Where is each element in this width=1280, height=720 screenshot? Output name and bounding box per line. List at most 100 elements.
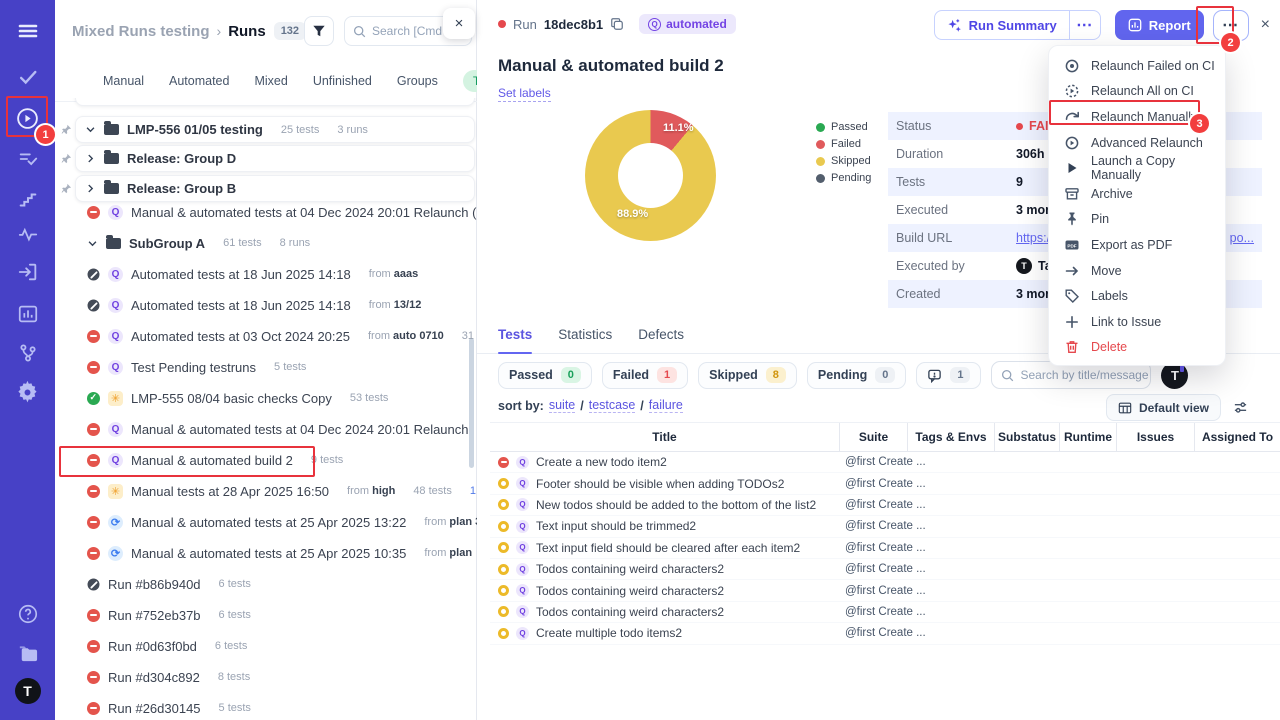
run-group-card[interactable]: LMP-556 01/05 testing25 tests3 runs <box>75 116 475 143</box>
column-header-tags-envs[interactable]: Tags & Envs <box>908 423 995 451</box>
run-label: Run <box>513 17 537 32</box>
svg-text:PDF: PDF <box>1067 243 1076 248</box>
column-header-assigned-to[interactable]: Assigned To <box>1195 423 1280 451</box>
tab-defects[interactable]: Defects <box>638 327 684 353</box>
runs-tab-manual[interactable]: Manual <box>103 74 144 88</box>
run-list-item[interactable]: ✳Manual tests at 28 Apr 2025 16:50from h… <box>55 477 477 505</box>
run-group-row[interactable]: LMP-556 01/05 testing25 tests3 runs <box>55 116 477 144</box>
test-row[interactable]: QTodos containing weird characters2@firs… <box>490 559 1280 580</box>
archive-icon <box>1064 186 1080 202</box>
test-row[interactable]: QFooter should be visible when adding TO… <box>490 473 1280 494</box>
run-list-item[interactable]: QAutomated tests at 18 Jun 2025 14:18fro… <box>55 260 477 288</box>
test-row[interactable]: QCreate a new todo item2@first Create ..… <box>490 452 1280 473</box>
runs-tab-automated[interactable]: Automated <box>169 74 229 88</box>
status-row-label: Executed by <box>888 259 1016 273</box>
runs-tab-groups[interactable]: Groups <box>397 74 438 88</box>
sidebar-item-help-icon[interactable] <box>0 599 55 629</box>
run-list-item[interactable]: Run #26d301455 tests <box>55 694 477 720</box>
comments-filter[interactable]: 1 <box>916 362 981 389</box>
column-header-suite[interactable]: Suite <box>840 423 908 451</box>
legend-dot <box>816 174 825 183</box>
run-list-item[interactable]: QManual & automated tests at 04 Dec 2024… <box>55 198 477 226</box>
menu-item-export-as-pdf[interactable]: PDFExport as PDF <box>1049 232 1225 258</box>
run-list-item[interactable]: Run #752eb37b6 tests <box>55 601 477 629</box>
test-row[interactable]: QTodos containing weird characters2@firs… <box>490 602 1280 623</box>
test-row[interactable]: QNew todos should be added to the bottom… <box>490 495 1280 516</box>
run-row-inner: Run #b86b940d6 tests <box>87 570 477 598</box>
run-list-item[interactable]: QTest Pending testruns5 tests <box>55 353 477 381</box>
copy-icon[interactable] <box>610 17 624 31</box>
sidebar-item-logo-t[interactable]: T <box>0 676 55 706</box>
sidebar-item-enter-icon[interactable] <box>0 257 55 287</box>
menu-item-launch-a-copy-manually[interactable]: Launch a Copy Manually <box>1049 155 1225 181</box>
filter-pill-pending[interactable]: Pending0 <box>807 362 906 389</box>
run-list-item[interactable]: ⟳Manual & automated tests at 25 Apr 2025… <box>55 508 477 536</box>
tab-tests[interactable]: Tests <box>498 327 532 353</box>
set-labels-link[interactable]: Set labels <box>498 86 551 102</box>
sidebar-item-branch-icon[interactable] <box>0 338 55 368</box>
run-group-row[interactable]: Release: Group D <box>55 145 477 173</box>
test-row[interactable]: QTodos containing weird characters2@firs… <box>490 580 1280 601</box>
report-button[interactable]: Report <box>1115 10 1204 40</box>
sidebar-item-gear-icon[interactable] <box>0 377 55 407</box>
run-list-item[interactable]: QAutomated tests at 18 Jun 2025 14:18fro… <box>55 291 477 319</box>
run-list-item[interactable]: ⟳Manual & automated tests at 25 Apr 2025… <box>55 539 477 567</box>
menu-item-advanced-relaunch[interactable]: Advanced Relaunch <box>1049 130 1225 156</box>
sidebar-item-folders-icon[interactable] <box>0 638 55 668</box>
filter-button[interactable] <box>304 16 334 46</box>
menu-item-relaunch-failed-on-ci[interactable]: Relaunch Failed on CI <box>1049 53 1225 79</box>
test-row[interactable]: QText input should be trimmed2@first Cre… <box>490 516 1280 537</box>
subgroup-title: SubGroup A <box>129 236 205 251</box>
menu-item-archive[interactable]: Archive <box>1049 181 1225 207</box>
close-runs-panel-button[interactable]: × <box>443 8 475 39</box>
sort-link-failure[interactable]: failure <box>649 398 683 413</box>
run-summary-more-button[interactable]: ⋯ <box>1070 15 1100 35</box>
test-row[interactable]: QText input field should be cleared afte… <box>490 538 1280 559</box>
sidebar-item-activity-icon[interactable] <box>0 219 55 249</box>
run-list-item[interactable]: Run #b86b940d6 tests <box>55 570 477 598</box>
run-group-card[interactable]: Release: Group D <box>75 145 475 172</box>
run-summary-button[interactable]: Run Summary <box>935 10 1070 40</box>
test-title-cell: QTodos containing weird characters2 <box>490 584 840 598</box>
column-header-issues[interactable]: Issues <box>1117 423 1195 451</box>
run-defects-count[interactable]: 1 defects <box>470 485 477 497</box>
default-view-button[interactable]: Default view <box>1106 394 1221 421</box>
sidebar-item-list-check-icon[interactable] <box>0 144 55 174</box>
adjustments-icon[interactable] <box>1233 400 1248 415</box>
sort-link-testcase[interactable]: testcase <box>589 398 636 413</box>
sidebar-item-menu-icon[interactable] <box>0 16 55 46</box>
filter-pill-failed[interactable]: Failed1 <box>602 362 688 389</box>
column-header-runtime[interactable]: Runtime <box>1060 423 1117 451</box>
test-row[interactable]: QCreate multiple todo items2@first Creat… <box>490 623 1280 644</box>
sidebar-item-steps-icon[interactable] <box>0 185 55 215</box>
menu-item-pin[interactable]: Pin <box>1049 207 1225 233</box>
legend-item-failed: Failed <box>816 138 871 150</box>
menu-item-move[interactable]: Move <box>1049 258 1225 284</box>
run-subgroup-row[interactable]: SubGroup A61 tests8 runs <box>55 229 477 257</box>
failed-status-icon <box>87 361 100 374</box>
run-list-item[interactable]: ✳LMP-555 08/04 basic checks Copy53 tests <box>55 384 477 412</box>
menu-item-delete[interactable]: Delete <box>1049 335 1225 361</box>
run-list-item[interactable]: QAutomated tests at 03 Oct 2024 20:25fro… <box>55 322 477 350</box>
menu-item-link-to-issue[interactable]: Link to Issue <box>1049 309 1225 335</box>
run-list-item[interactable]: Run #0d63f0bd6 tests <box>55 632 477 660</box>
filter-pill-passed[interactable]: Passed0 <box>498 362 592 389</box>
breadcrumb-project[interactable]: Mixed Runs testing <box>72 23 210 40</box>
column-header-substatus[interactable]: Substatus <box>995 423 1060 451</box>
tab-statistics[interactable]: Statistics <box>558 327 612 353</box>
run-list-item[interactable]: Run #d304c8928 tests <box>55 663 477 691</box>
runs-tab-today[interactable]: Today <box>463 70 477 92</box>
runs-tab-mixed[interactable]: Mixed <box>254 74 287 88</box>
run-list-item[interactable]: QManual & automated tests at 04 Dec 2024… <box>55 415 477 443</box>
sort-link-suite[interactable]: suite <box>549 398 575 413</box>
filter-pill-skipped[interactable]: Skipped8 <box>698 362 797 389</box>
sidebar-item-check-icon[interactable] <box>0 62 55 92</box>
close-run-detail-button[interactable]: × <box>1261 16 1270 34</box>
build-url-link-tail[interactable]: po... <box>1230 231 1254 245</box>
annotation-box-step3 <box>1049 100 1200 125</box>
menu-item-labels[interactable]: Labels <box>1049 283 1225 309</box>
runs-tab-unfinished[interactable]: Unfinished <box>313 74 372 88</box>
column-header-title[interactable]: Title <box>490 423 840 451</box>
test-suite-cell: @first Create ... <box>840 542 908 554</box>
sidebar-item-bar-chart-icon[interactable] <box>0 299 55 329</box>
